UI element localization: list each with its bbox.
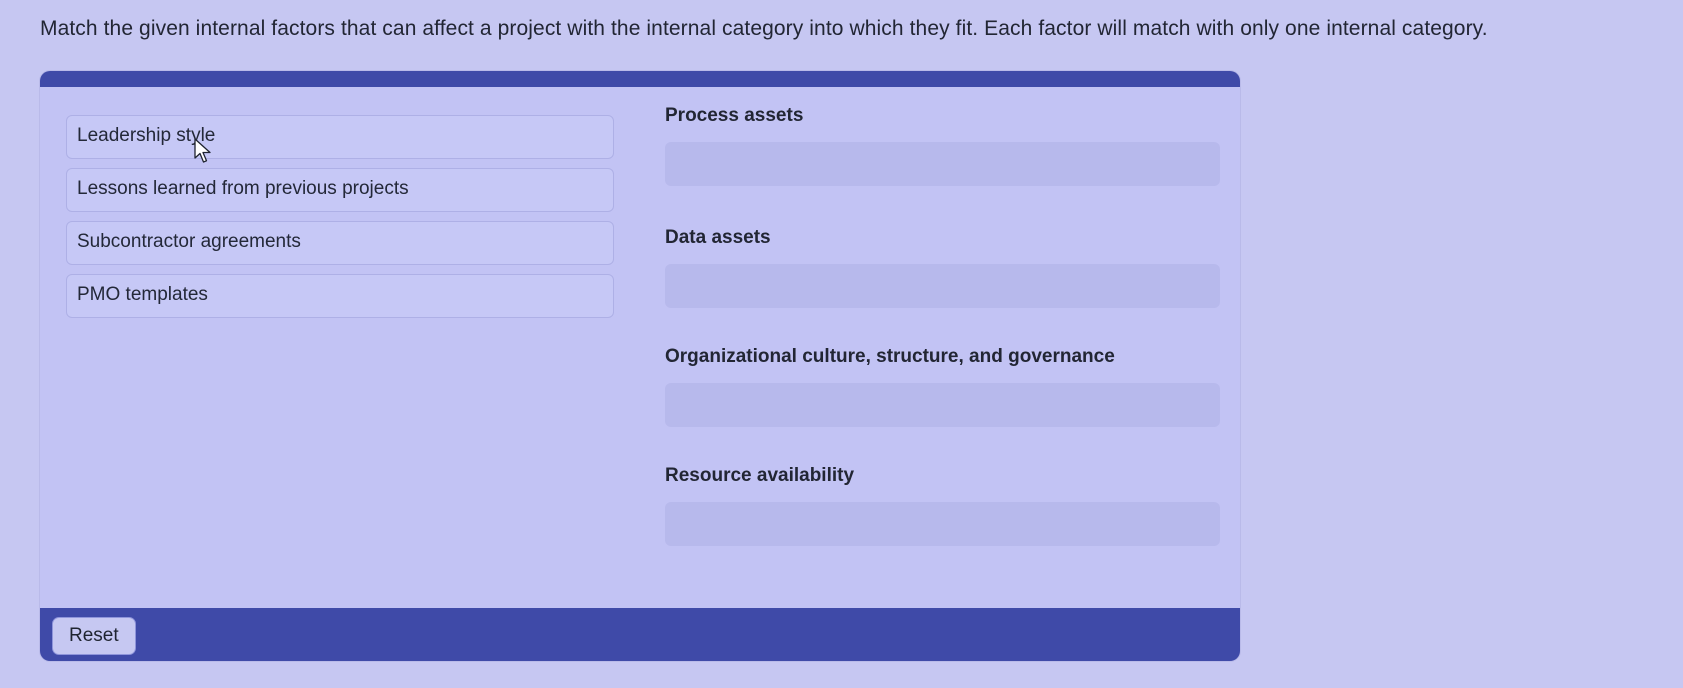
matching-panel: Leadership style Lessons learned from pr… — [40, 71, 1240, 661]
panel-bottom-bar: Reset — [40, 608, 1240, 661]
reset-button[interactable]: Reset — [52, 617, 136, 655]
panel-top-bar — [40, 71, 1240, 87]
factor-card-leadership-style[interactable]: Leadership style — [66, 115, 614, 159]
drop-zone-organizational-culture[interactable] — [665, 383, 1220, 427]
drop-zone-resource-availability[interactable] — [665, 502, 1220, 546]
category-label: Process assets — [665, 105, 804, 126]
category-label: Resource availability — [665, 465, 855, 486]
factor-list: Leadership style Lessons learned from pr… — [66, 115, 614, 327]
category-data-assets: Data assets — [665, 226, 1220, 308]
category-resource-availability: Resource availability — [665, 464, 1220, 546]
category-process-assets: Process assets — [665, 104, 1220, 186]
factor-card-pmo-templates[interactable]: PMO templates — [66, 274, 614, 318]
drop-zone-data-assets[interactable] — [665, 264, 1220, 308]
factor-card-lessons-learned[interactable]: Lessons learned from previous projects — [66, 168, 614, 212]
factor-card-subcontractor-agreements[interactable]: Subcontractor agreements — [66, 221, 614, 265]
category-label: Organizational culture, structure, and g… — [665, 346, 1115, 367]
category-label: Data assets — [665, 227, 771, 248]
category-organizational-culture: Organizational culture, structure, and g… — [665, 345, 1220, 427]
drop-zone-process-assets[interactable] — [665, 142, 1220, 186]
question-instructions: Match the given internal factors that ca… — [40, 17, 1488, 40]
